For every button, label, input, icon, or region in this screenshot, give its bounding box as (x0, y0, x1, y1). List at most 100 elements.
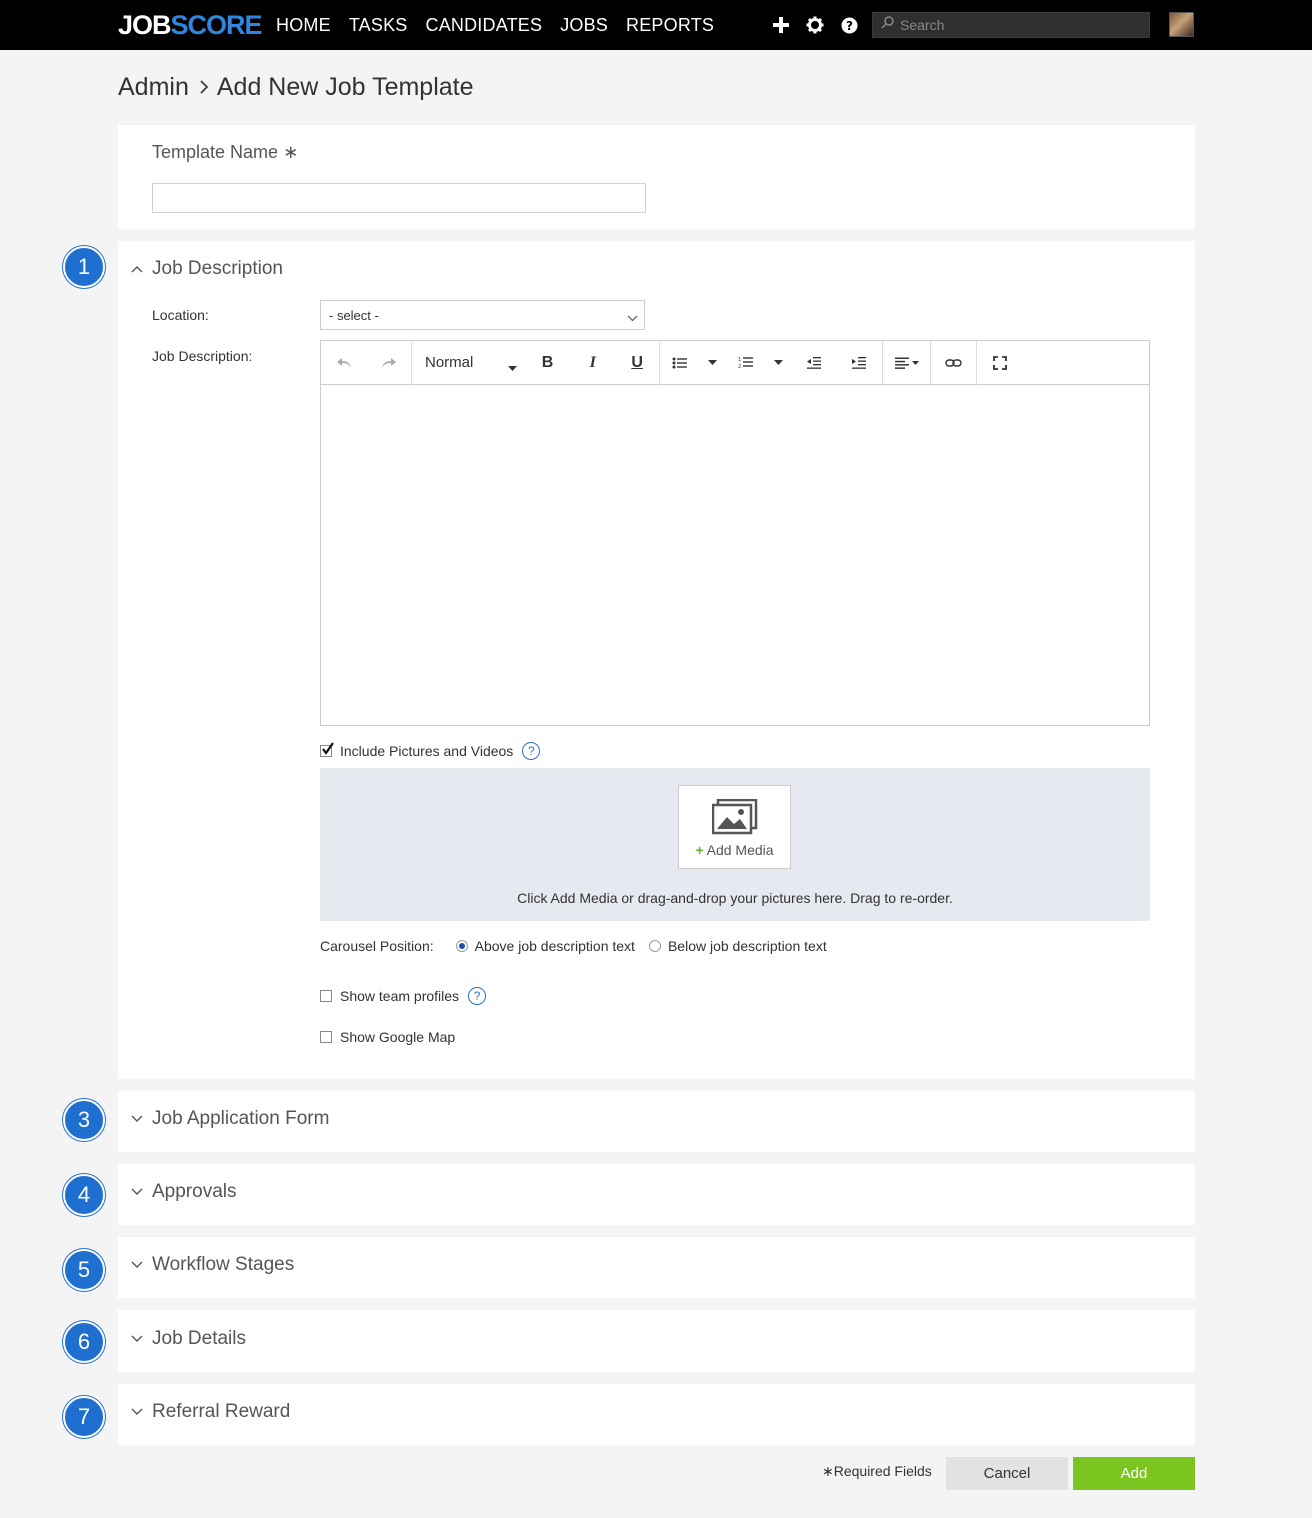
svg-text:?: ? (846, 19, 853, 33)
editor-content-area[interactable] (321, 385, 1149, 725)
bold-button[interactable]: B (525, 341, 571, 385)
required-fields-note: ∗Required Fields (822, 1463, 932, 1479)
chevron-down-icon (130, 1258, 144, 1272)
chevron-down-icon (627, 310, 638, 325)
editor-toolbar: Normal B I U 12 (321, 340, 1149, 385)
link-icon[interactable] (931, 341, 976, 385)
add-button[interactable]: Add (1073, 1457, 1195, 1490)
help-circle-icon[interactable]: ? (468, 987, 487, 1005)
rich-text-editor: Normal B I U 12 (320, 340, 1150, 726)
show-google-map-label: Show Google Map (340, 1029, 456, 1045)
chevron-down-icon (130, 1405, 144, 1419)
undo-icon[interactable] (321, 341, 367, 385)
caret-down-icon (507, 359, 517, 377)
carousel-position-group: Carousel Position: Above job description… (320, 938, 827, 954)
outdent-icon[interactable] (791, 341, 836, 385)
template-name-input[interactable] (152, 183, 646, 213)
nav-home[interactable]: HOME (276, 13, 331, 37)
user-avatar[interactable] (1169, 12, 1194, 37)
template-name-label: Template Name ∗ (152, 142, 299, 162)
media-hint-text: Click Add Media or drag-and-drop your pi… (517, 890, 953, 906)
show-google-map-checkbox[interactable] (320, 1031, 332, 1043)
step-badge-1: 1 (63, 246, 105, 288)
section-title: Job Application Form (152, 1108, 330, 1129)
svg-text:1: 1 (738, 357, 741, 363)
chevron-right-icon (199, 72, 209, 102)
carousel-above-radio[interactable] (455, 940, 468, 952)
include-media-label: Include Pictures and Videos (340, 743, 514, 759)
template-name-card: Template Name ∗ (118, 125, 1195, 229)
section-title: Referral Reward (152, 1401, 291, 1422)
referral-reward-card[interactable]: Referral Reward (118, 1384, 1195, 1445)
media-dropzone[interactable]: + Add Media Click Add Media or drag-and-d… (320, 768, 1150, 921)
help-icon[interactable]: ? (837, 13, 861, 37)
add-media-label: + Add Media (695, 842, 774, 858)
include-media-row: Include Pictures and Videos ? (320, 742, 541, 760)
approvals-card[interactable]: Approvals (118, 1164, 1195, 1225)
cancel-button[interactable]: Cancel (946, 1457, 1068, 1490)
step-badge-6: 6 (63, 1321, 105, 1363)
step-badge-5: 5 (63, 1249, 105, 1291)
logo-text-score: SCORE (170, 10, 263, 40)
step-badge-3: 3 (63, 1099, 105, 1141)
underline-button[interactable]: U (615, 341, 659, 385)
job-details-card[interactable]: Job Details (118, 1310, 1195, 1372)
section-title: Workflow Stages (152, 1254, 295, 1275)
main-nav: HOME TASKS CANDIDATES JOBS REPORTS (276, 13, 714, 37)
step-badge-7: 7 (63, 1396, 105, 1438)
chevron-down-icon (130, 1112, 144, 1126)
numbered-list-caret-icon[interactable] (766, 341, 792, 385)
section-title: Job Description (152, 258, 283, 279)
location-select-value: - select - (329, 307, 379, 323)
bullet-list-icon[interactable] (660, 341, 700, 385)
chevron-down-icon (130, 1185, 144, 1199)
job-description-label: Job Description: (152, 348, 253, 364)
plus-icon[interactable] (769, 13, 793, 37)
nav-jobs[interactable]: JOBS (560, 13, 608, 37)
include-media-checkbox[interactable] (320, 742, 334, 757)
workflow-stages-card[interactable]: Workflow Stages (118, 1237, 1195, 1298)
location-label: Location: (152, 307, 209, 323)
logo-text-job: JOB (118, 10, 172, 40)
image-gallery-icon (711, 798, 758, 840)
carousel-below-radio[interactable] (648, 940, 661, 952)
show-google-map-row: Show Google Map (320, 1029, 455, 1045)
chevron-up-icon (130, 262, 144, 276)
show-team-profiles-label: Show team profiles (340, 988, 460, 1004)
carousel-above-label[interactable]: Above job description text (475, 938, 635, 954)
search-icon (881, 16, 894, 34)
page-title: Add New Job Template (216, 73, 474, 101)
job-application-form-card[interactable]: Job Application Form (118, 1091, 1195, 1152)
section-title: Job Details (152, 1328, 246, 1349)
location-select[interactable]: - select - (320, 300, 645, 330)
carousel-position-label: Carousel Position: (320, 938, 434, 954)
align-left-icon[interactable] (883, 341, 930, 385)
numbered-list-icon[interactable]: 12 (726, 341, 766, 385)
step-badge-4: 4 (63, 1174, 105, 1216)
chevron-down-icon (130, 1332, 144, 1346)
job-description-header[interactable]: Job Description (130, 257, 283, 281)
nav-tasks[interactable]: TASKS (349, 13, 408, 37)
search-input[interactable] (900, 17, 1140, 33)
top-navigation-bar: JOBSCORE HOME TASKS CANDIDATES JOBS REPO… (0, 0, 1312, 50)
section-title: Approvals (152, 1181, 237, 1202)
format-dropdown[interactable]: Normal (412, 341, 525, 385)
nav-reports[interactable]: REPORTS (626, 13, 714, 37)
show-team-profiles-row: Show team profiles ? (320, 987, 487, 1005)
search-box[interactable] (872, 12, 1150, 38)
job-description-card: Job Description Location: - select - Job… (118, 241, 1195, 1079)
carousel-below-label[interactable]: Below job description text (668, 938, 827, 954)
add-media-button[interactable]: + Add Media (678, 785, 791, 869)
indent-icon[interactable] (836, 341, 882, 385)
jobscore-logo[interactable]: JOBSCORE (118, 9, 263, 41)
show-team-profiles-checkbox[interactable] (320, 990, 332, 1002)
breadcrumb-admin[interactable]: Admin (118, 72, 189, 102)
italic-button[interactable]: I (570, 341, 615, 385)
bullet-list-caret-icon[interactable] (700, 341, 726, 385)
fullscreen-icon[interactable] (977, 341, 1023, 385)
help-circle-icon[interactable]: ? (522, 742, 541, 760)
nav-candidates[interactable]: CANDIDATES (426, 13, 543, 37)
breadcrumb: Admin Add New Job Template (118, 72, 474, 102)
gear-icon[interactable] (803, 13, 827, 37)
redo-icon[interactable] (367, 341, 412, 385)
